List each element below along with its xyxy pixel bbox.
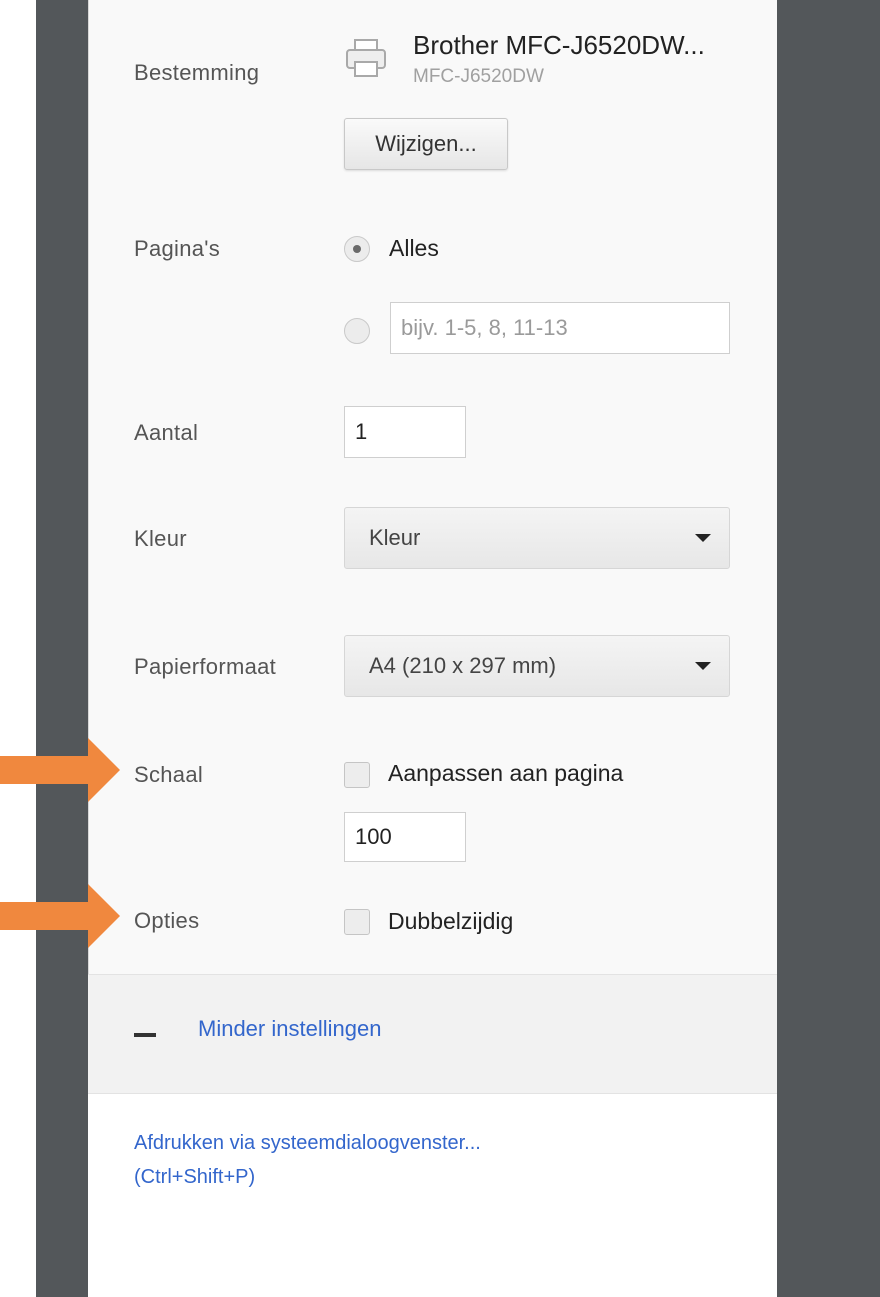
paper-size-select-value: A4 (210 x 297 mm): [369, 653, 557, 678]
scale-input[interactable]: [344, 812, 466, 862]
paper-size-select[interactable]: A4 (210 x 297 mm): [344, 635, 730, 697]
color-select[interactable]: Kleur: [344, 507, 730, 569]
color-select-value: Kleur: [369, 525, 421, 550]
left-margin: [0, 0, 36, 1297]
fit-to-page-label: Aanpassen aan pagina: [388, 760, 624, 786]
duplex-label: Dubbelzijdig: [388, 908, 514, 934]
scale-label: Schaal: [134, 762, 204, 787]
chevron-down-icon: [695, 534, 711, 542]
fit-to-page-checkbox[interactable]: [344, 762, 370, 788]
less-settings-section: [88, 975, 777, 1093]
pages-all-radio[interactable]: [344, 236, 370, 262]
system-dialog-link[interactable]: Afdrukken via systeemdialoogvenster...: [134, 1132, 481, 1155]
color-label: Kleur: [134, 526, 187, 551]
pages-range-radio[interactable]: [344, 318, 370, 344]
chevron-down-icon: [695, 662, 711, 670]
paper-size-label: Papierformaat: [134, 654, 277, 679]
options-label: Opties: [134, 908, 200, 933]
destination-label: Bestemming: [134, 60, 260, 85]
copies-label: Aantal: [134, 420, 199, 445]
less-settings-link[interactable]: Minder instellingen: [198, 1016, 381, 1042]
pages-range-input[interactable]: [390, 302, 730, 354]
change-destination-button[interactable]: Wijzigen...: [344, 118, 508, 170]
arrow-pointer-icon: [0, 884, 120, 948]
left-dark-sidebar: [36, 0, 88, 1297]
pages-label: Pagina's: [134, 236, 221, 261]
duplex-checkbox[interactable]: [344, 909, 370, 935]
copies-input[interactable]: [344, 406, 466, 458]
pages-all-label: Alles: [389, 235, 439, 261]
printer-name: Brother MFC-J6520DW...: [413, 30, 705, 60]
preview-area: [777, 0, 880, 1297]
printer-model: MFC-J6520DW: [413, 66, 544, 87]
footer-section: [88, 1094, 777, 1297]
arrow-pointer-icon: [0, 738, 120, 802]
system-dialog-shortcut: (Ctrl+Shift+P): [134, 1166, 256, 1188]
minus-icon[interactable]: [134, 1033, 156, 1037]
printer-icon: [346, 39, 386, 77]
